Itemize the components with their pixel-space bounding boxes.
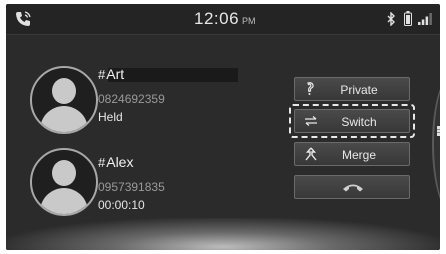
switch-button[interactable]: Switch bbox=[294, 109, 410, 133]
call-item[interactable]: #Alex 0957391835 00:00:10 bbox=[6, 144, 286, 224]
avatar bbox=[30, 148, 98, 216]
clock-ampm: PM bbox=[242, 16, 256, 26]
end-call-button[interactable] bbox=[294, 175, 410, 199]
battery-icon bbox=[404, 11, 412, 26]
grid-menu-icon[interactable] bbox=[437, 126, 440, 136]
background-glow bbox=[6, 218, 440, 250]
private-button[interactable]: Private bbox=[294, 77, 410, 101]
call-status: Held bbox=[98, 110, 123, 124]
switch-label: Switch bbox=[341, 115, 377, 129]
call-item[interactable]: #Art 0824692359 Held bbox=[6, 62, 286, 142]
contact-name: #Art bbox=[98, 66, 125, 82]
phone-call-icon bbox=[16, 11, 31, 26]
merge-button[interactable]: Merge bbox=[294, 142, 410, 166]
bluetooth-icon bbox=[387, 12, 395, 26]
signal-icon bbox=[418, 13, 432, 25]
private-label: Private bbox=[340, 83, 378, 97]
contact-name: #Alex bbox=[98, 154, 134, 170]
side-panel-handle[interactable] bbox=[432, 74, 440, 214]
contact-number: 0957391835 bbox=[98, 180, 165, 194]
avatar bbox=[30, 66, 98, 134]
call-status: 00:00:10 bbox=[98, 198, 145, 212]
status-bar: 12:06 PM bbox=[6, 4, 440, 35]
clock: 12:06 PM bbox=[194, 9, 256, 29]
merge-label: Merge bbox=[341, 148, 376, 162]
clock-time: 12:06 bbox=[194, 9, 240, 28]
hang-up-icon bbox=[343, 184, 363, 192]
contact-number: 0824692359 bbox=[98, 92, 165, 106]
call-screen: 12:06 PM #Art 0824692359 Held #Alex 0957… bbox=[6, 4, 440, 250]
name-highlight bbox=[108, 68, 238, 82]
